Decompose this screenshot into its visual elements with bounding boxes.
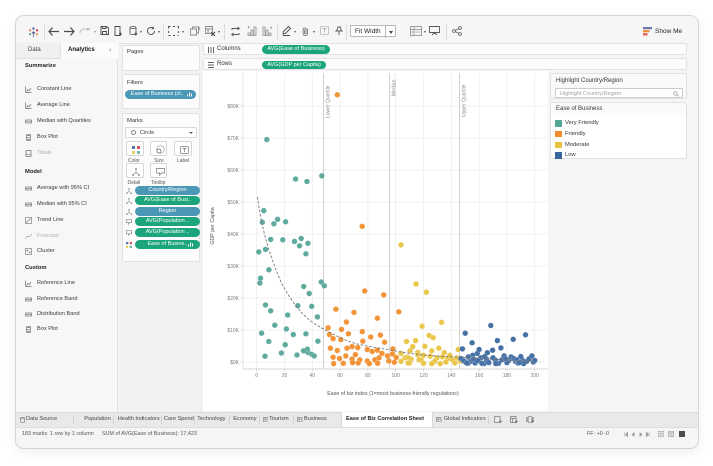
svg-text:20: 20 [282, 373, 288, 379]
svg-text:160: 160 [475, 373, 484, 379]
svg-text:$50K: $50K [227, 200, 239, 206]
svg-text:$60K: $60K [227, 168, 239, 174]
svg-text:Ease of biz index (1=most busi: Ease of biz index (1=most business-frien… [327, 391, 459, 397]
svg-text:80: 80 [365, 373, 371, 379]
svg-text:Median: Median [392, 79, 398, 96]
svg-text:$40K: $40K [227, 232, 239, 238]
svg-text:60: 60 [337, 373, 343, 379]
svg-text:Lower Quartile: Lower Quartile [326, 85, 332, 118]
svg-text:0: 0 [255, 373, 258, 379]
svg-text:140: 140 [447, 373, 456, 379]
svg-text:Upper Quartile: Upper Quartile [462, 84, 468, 117]
svg-text:$30K: $30K [227, 264, 239, 270]
svg-text:180: 180 [503, 373, 512, 379]
svg-text:$10K: $10K [227, 328, 239, 334]
svg-text:40: 40 [310, 373, 316, 379]
svg-text:200: 200 [531, 373, 540, 379]
svg-text:$0K: $0K [230, 360, 240, 366]
svg-text:$70K: $70K [227, 136, 239, 142]
svg-text:100: 100 [392, 373, 401, 379]
svg-text:GDP per Capita: GDP per Capita [210, 207, 216, 244]
svg-text:120: 120 [419, 373, 428, 379]
svg-text:$80K: $80K [227, 104, 239, 110]
svg-text:$20K: $20K [227, 296, 239, 302]
